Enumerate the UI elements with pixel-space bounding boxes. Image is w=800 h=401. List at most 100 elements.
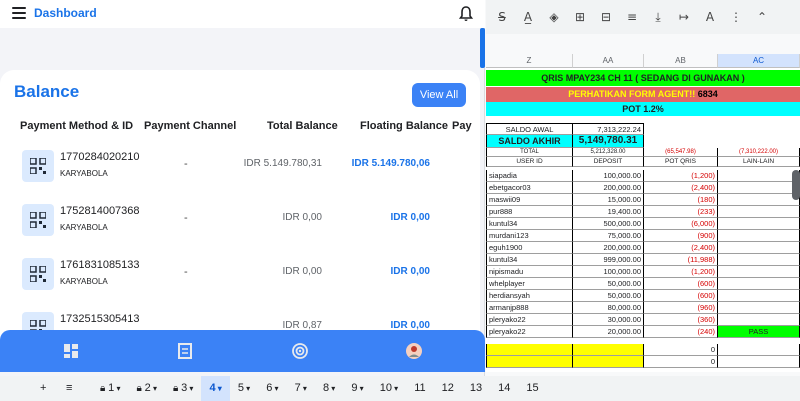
user-id-cell[interactable]: kuntul34	[486, 254, 573, 266]
chevron-down-icon[interactable]: ▾	[244, 384, 250, 393]
bell-icon[interactable]	[458, 5, 474, 23]
sheet-tab[interactable]: 4 ▾	[201, 376, 230, 401]
pot-qris-cell[interactable]: (2,400)	[644, 242, 718, 254]
sheet-tab[interactable]: 6 ▾	[258, 376, 286, 401]
lain-lain-cell[interactable]	[718, 206, 800, 218]
header-lain-lain[interactable]: LAIN-LAIN	[718, 157, 800, 167]
chevron-down-icon[interactable]: ▾	[392, 384, 398, 393]
sheet-tab[interactable]: 7 ▾	[287, 376, 315, 401]
lain-lain-cell[interactable]	[718, 194, 800, 206]
text-color-icon[interactable]: A̲	[520, 0, 536, 34]
deposit-cell[interactable]: 100,000.00	[573, 266, 644, 278]
balance-table-row[interactable]: 1752814007368 KARYABOLA - IDR 0,00 IDR 0,00	[0, 196, 480, 250]
user-id-cell[interactable]: eguh1900	[486, 242, 573, 254]
saldo-awal-value[interactable]: 7,313,222.24	[573, 123, 644, 135]
pot-qris-cell[interactable]: (233)	[644, 206, 718, 218]
lain-lain-cell[interactable]	[718, 302, 800, 314]
chevron-down-icon[interactable]: ▾	[301, 384, 307, 393]
sheet-tab[interactable]: 11	[406, 376, 433, 401]
pot-qris-cell[interactable]: (2,400)	[644, 182, 718, 194]
lain-lain-cell[interactable]	[718, 278, 800, 290]
user-id-cell[interactable]: whelplayer	[486, 278, 573, 290]
zero-cell-2[interactable]: 0	[644, 356, 718, 368]
chevron-down-icon[interactable]: ▾	[216, 384, 222, 393]
sheet-tab[interactable]: 🔒︎ 3 ▾	[165, 376, 201, 401]
user-id-cell[interactable]: siapadia	[486, 170, 573, 182]
chevron-down-icon[interactable]: ▾	[272, 384, 279, 393]
radar-icon[interactable]	[290, 341, 310, 361]
user-id-cell[interactable]: pleryako22	[486, 326, 573, 338]
view-all-button[interactable]: View All	[412, 83, 466, 107]
total-deposit[interactable]: 5,212,328.00	[573, 148, 644, 157]
chevron-down-icon[interactable]: ▾	[357, 384, 364, 393]
pot-qris-cell[interactable]: (960)	[644, 302, 718, 314]
user-id-cell[interactable]: pur888	[486, 206, 573, 218]
yellow-cell-z[interactable]	[486, 344, 573, 356]
deposit-cell[interactable]: 20,000.00	[573, 326, 644, 338]
pot-qris-cell[interactable]: (900)	[644, 230, 718, 242]
add-sheet-icon[interactable]: +	[32, 376, 54, 401]
deposit-cell[interactable]: 200,000.00	[573, 242, 644, 254]
saldo-akhir-value[interactable]: 5,149,780.31	[573, 135, 644, 148]
yellow-cell-aa[interactable]	[573, 344, 644, 356]
sheet-grid[interactable]: Z AA AB AC QRIS MPAY234 CH 11 ( SEDANG D…	[486, 54, 800, 372]
header-pot-qris[interactable]: POT QRIS	[644, 157, 718, 167]
deposit-cell[interactable]: 50,000.00	[573, 278, 644, 290]
zero-cell-1[interactable]: 0	[644, 344, 718, 356]
header-deposit[interactable]: DEPOSIT	[573, 157, 644, 167]
deposit-cell[interactable]: 15,000.00	[573, 194, 644, 206]
pot-qris-cell[interactable]: (6,000)	[644, 218, 718, 230]
menu-icon[interactable]	[12, 7, 26, 19]
deposit-cell[interactable]: 30,000.00	[573, 314, 644, 326]
sheet-tab[interactable]: 10 ▾	[372, 376, 407, 401]
chevron-down-icon[interactable]: ▾	[114, 384, 120, 393]
chevron-down-icon[interactable]: ▾	[329, 384, 335, 393]
deposit-cell[interactable]: 999,000.00	[573, 254, 644, 266]
align-left-icon[interactable]: ≡	[624, 0, 640, 34]
collapse-toolbar-icon[interactable]: ⌃	[754, 0, 770, 34]
lain-lain-cell[interactable]	[718, 254, 800, 266]
deposit-cell[interactable]: 500,000.00	[573, 218, 644, 230]
lain-lain-cell[interactable]	[718, 242, 800, 254]
text-rotate-icon[interactable]: A	[702, 0, 718, 34]
more-options-icon[interactable]: ⋮	[728, 0, 744, 34]
lain-lain-cell[interactable]	[718, 266, 800, 278]
pot-qris-cell[interactable]: (360)	[644, 314, 718, 326]
header-user-id[interactable]: USER ID	[486, 157, 573, 167]
column-header-z[interactable]: Z	[486, 54, 573, 68]
yellow-cell-aa-2[interactable]	[573, 356, 644, 368]
lain-lain-cell[interactable]	[718, 218, 800, 230]
total-label[interactable]: TOTAL	[486, 148, 573, 157]
sheet-tab[interactable]: 9 ▾	[343, 376, 371, 401]
text-wrap-icon[interactable]: ↦	[676, 0, 692, 34]
sheet-tab[interactable]: 🔒︎ 1 ▾	[92, 376, 128, 401]
deposit-cell[interactable]: 50,000.00	[573, 290, 644, 302]
user-id-cell[interactable]: nipismadu	[486, 266, 573, 278]
chevron-down-icon[interactable]: ▾	[187, 384, 193, 393]
lain-lain-cell[interactable]	[718, 230, 800, 242]
strikethrough-icon[interactable]: S̶	[494, 0, 510, 34]
total-lain[interactable]: (7,310,222.00)	[718, 148, 800, 157]
lain-lain-cell[interactable]	[718, 182, 800, 194]
profile-icon[interactable]	[404, 341, 424, 361]
pot-qris-cell[interactable]: (600)	[644, 290, 718, 302]
saldo-akhir-label[interactable]: SALDO AKHIR	[486, 135, 573, 148]
fill-color-icon[interactable]: ◈	[546, 0, 562, 34]
borders-icon[interactable]: ⊞	[572, 0, 588, 34]
sheet-tab[interactable]: 13	[462, 376, 490, 401]
column-header-ac[interactable]: AC	[718, 54, 800, 68]
sheet-tab[interactable]: 5 ▾	[230, 376, 258, 401]
pot-qris-cell[interactable]: (240)	[644, 326, 718, 338]
lain-lain-cell[interactable]	[718, 290, 800, 302]
user-id-cell[interactable]: ebetgacor03	[486, 182, 573, 194]
valign-bottom-icon[interactable]: ⤓	[650, 0, 666, 34]
lain-lain-cell[interactable]	[718, 170, 800, 182]
deposit-cell[interactable]: 19,400.00	[573, 206, 644, 218]
lain-lain-cell[interactable]: PASS	[718, 326, 800, 338]
sheet-tab[interactable]: 8 ▾	[315, 376, 343, 401]
report-icon[interactable]	[175, 341, 195, 361]
deposit-cell[interactable]: 100,000.00	[573, 170, 644, 182]
balance-table-row[interactable]: 1770284020210 KARYABOLA - IDR 5.149.780,31 I…	[0, 142, 480, 196]
scroll-handle[interactable]	[792, 170, 800, 200]
deposit-cell[interactable]: 75,000.00	[573, 230, 644, 242]
